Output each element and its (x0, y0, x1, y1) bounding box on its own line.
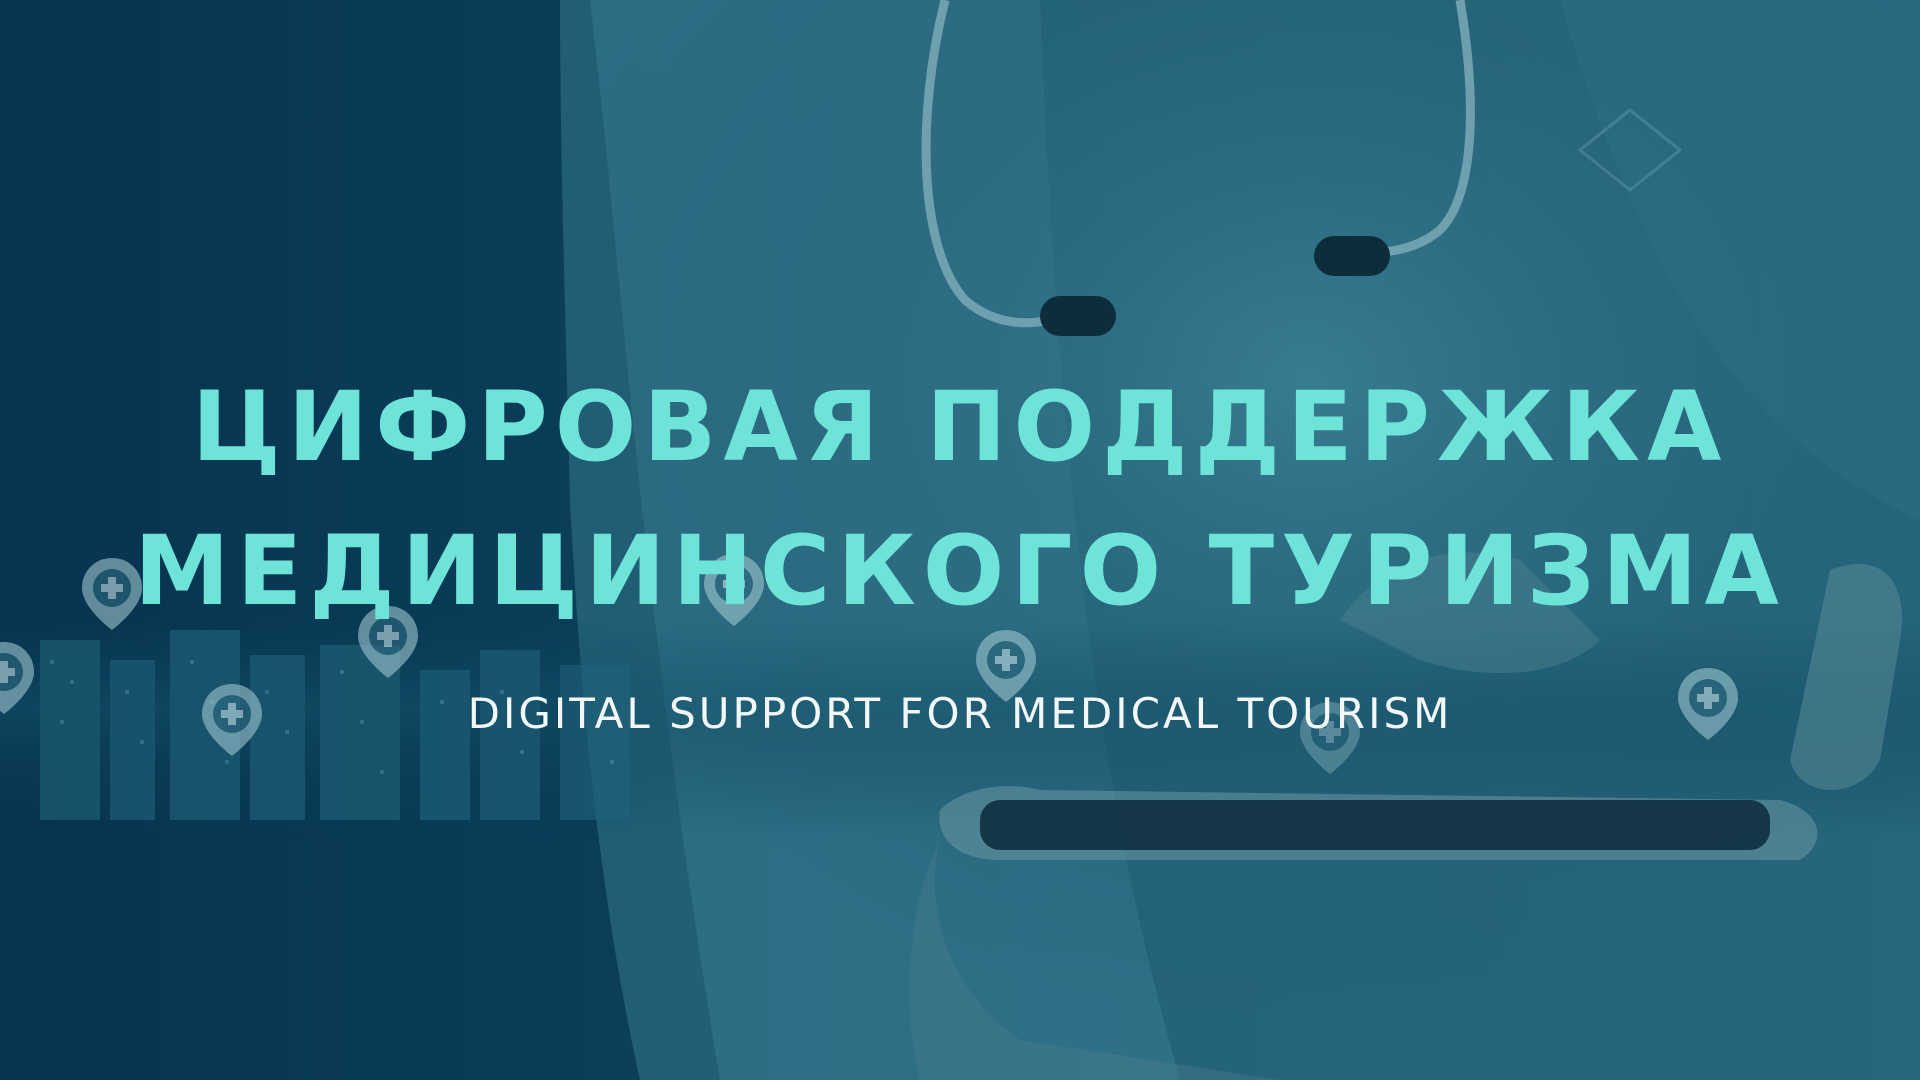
title-line-1: ЦИФРОВАЯ ПОДДЕРЖКА (191, 371, 1729, 483)
page-title: ЦИФРОВАЯ ПОДДЕРЖКА МЕДИЦИНСКОГО ТУРИЗМА (0, 355, 1920, 643)
tablet-icon (980, 800, 1770, 850)
hero-banner: ЦИФРОВАЯ ПОДДЕРЖКА МЕДИЦИНСКОГО ТУРИЗМА … (0, 0, 1920, 1080)
subtitle: DIGITAL SUPPORT FOR MEDICAL TOURISM (467, 689, 1453, 738)
title-line-2: МЕДИЦИНСКОГО ТУРИЗМА (134, 515, 1786, 627)
